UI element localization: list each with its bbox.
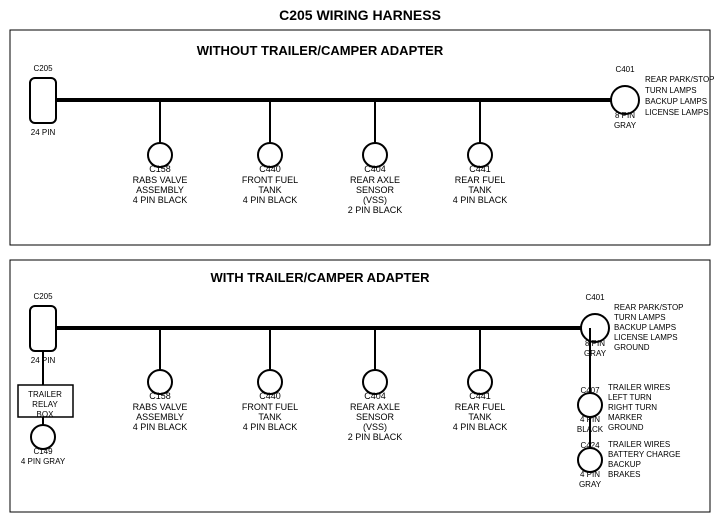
top-right-label1: REAR PARK/STOP xyxy=(645,75,715,84)
bot-right-sub2: GRAY xyxy=(584,349,607,358)
bot-c158-l3: 4 PIN BLACK xyxy=(133,422,188,432)
bot-right-sub1: 8 PIN xyxy=(585,339,605,348)
c424-label3: BACKUP xyxy=(608,460,641,469)
main-title: C205 WIRING HARNESS xyxy=(279,7,441,23)
bot-c441-l3: 4 PIN BLACK xyxy=(453,422,508,432)
top-c440-l2: TANK xyxy=(258,185,281,195)
bot-c441-name: C441 xyxy=(469,391,491,401)
c424-label4: BRAKES xyxy=(608,470,640,479)
top-right-sub2: GRAY xyxy=(614,121,637,130)
top-c158-name: C158 xyxy=(149,164,171,174)
bot-c440-name: C440 xyxy=(259,391,281,401)
c424-label2: BATTERY CHARGE xyxy=(608,450,680,459)
c424-sub1: 4 PIN xyxy=(580,470,600,479)
top-right-label4: LICENSE LAMPS xyxy=(645,108,709,117)
bot-right-label3: BACKUP LAMPS xyxy=(614,323,676,332)
c149-sub: 4 PIN GRAY xyxy=(21,457,66,466)
top-right-label3: BACKUP LAMPS xyxy=(645,97,707,106)
c149-name: C149 xyxy=(33,447,53,456)
top-c441-name: C441 xyxy=(469,164,491,174)
top-c158-l3: 4 PIN BLACK xyxy=(133,195,188,205)
top-c404-l2: SENSOR xyxy=(356,185,395,195)
c407-label2: LEFT TURN xyxy=(608,393,652,402)
top-c404-name: C404 xyxy=(364,164,386,174)
bot-right-connector-name: C401 xyxy=(585,293,605,302)
bot-c440-l1: FRONT FUEL xyxy=(242,402,298,412)
trailer-relay-l1: TRAILER xyxy=(28,390,62,399)
c407-label5: GROUND xyxy=(608,423,644,432)
c407-label1: TRAILER WIRES xyxy=(608,383,670,392)
c407-label3: RIGHT TURN xyxy=(608,403,657,412)
top-c441-l1: REAR FUEL xyxy=(455,175,506,185)
bot-right-label4: LICENSE LAMPS xyxy=(614,333,678,342)
bot-left-connector-name: C205 xyxy=(33,292,53,301)
top-c404-l1: REAR AXLE xyxy=(350,175,400,185)
top-c440-name: C440 xyxy=(259,164,281,174)
top-right-connector-name: C401 xyxy=(615,65,635,74)
bot-c441-l1: REAR FUEL xyxy=(455,402,506,412)
bot-c404-l4: 2 PIN BLACK xyxy=(348,432,403,442)
top-c404-l4: 2 PIN BLACK xyxy=(348,205,403,215)
diagram-container: C205 WIRING HARNESS WITHOUT TRAILER/CAMP… xyxy=(0,0,720,517)
top-left-connector-sub: 24 PIN xyxy=(31,128,56,137)
bot-right-label2: TURN LAMPS xyxy=(614,313,666,322)
top-left-connector-name: C205 xyxy=(33,64,53,73)
top-c158-l1: RABS VALVE xyxy=(133,175,188,185)
bot-c158-name: C158 xyxy=(149,391,171,401)
bot-c404-name: C404 xyxy=(364,391,386,401)
bot-c404-l3: (VSS) xyxy=(363,422,387,432)
bot-right-label5: GROUND xyxy=(614,343,650,352)
bot-c158-l1: RABS VALVE xyxy=(133,402,188,412)
bottom-section-title: WITH TRAILER/CAMPER ADAPTER xyxy=(210,270,430,285)
trailer-relay-l2: RELAY xyxy=(32,400,58,409)
bot-c158-l2: ASSEMBLY xyxy=(136,412,184,422)
c407-name: C407 xyxy=(580,386,600,395)
c424-name: C424 xyxy=(580,441,600,450)
bot-c441-l2: TANK xyxy=(468,412,491,422)
top-c440-l1: FRONT FUEL xyxy=(242,175,298,185)
bot-right-label1: REAR PARK/STOP xyxy=(614,303,684,312)
top-c404-l3: (VSS) xyxy=(363,195,387,205)
trailer-relay-l3: BOX xyxy=(37,410,55,419)
top-section-title: WITHOUT TRAILER/CAMPER ADAPTER xyxy=(197,43,444,58)
c424-sub2: GRAY xyxy=(579,480,602,489)
top-right-label2: TURN LAMPS xyxy=(645,86,697,95)
c407-label4: MARKER xyxy=(608,413,642,422)
top-c440-l3: 4 PIN BLACK xyxy=(243,195,298,205)
top-right-sub1: 8 PIN xyxy=(615,111,635,120)
top-c158-l2: ASSEMBLY xyxy=(136,185,184,195)
bot-c440-l2: TANK xyxy=(258,412,281,422)
c424-label1: TRAILER WIRES xyxy=(608,440,670,449)
top-c441-l2: TANK xyxy=(468,185,491,195)
bot-c440-l3: 4 PIN BLACK xyxy=(243,422,298,432)
top-c441-l3: 4 PIN BLACK xyxy=(453,195,508,205)
bot-c404-l1: REAR AXLE xyxy=(350,402,400,412)
bot-c404-l2: SENSOR xyxy=(356,412,395,422)
